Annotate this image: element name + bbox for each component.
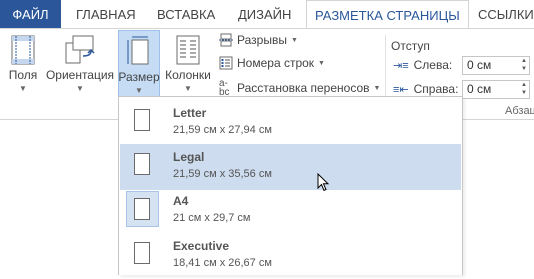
tab-layout[interactable]: РАЗМЕТКА СТРАНИЦЫ	[306, 0, 469, 29]
size-option-legal[interactable]: Legal 21,59 см x 35,56 см	[120, 144, 461, 190]
page-size-dropdown: Letter 21,59 см x 27,94 см Legal 21,59 с…	[118, 96, 463, 275]
breaks-button[interactable]: Разрывы ▼	[219, 33, 298, 47]
indent-right-label: Справа:	[413, 82, 459, 96]
chevron-down-icon: ▼	[19, 84, 27, 93]
spin-up-icon[interactable]: ▲	[521, 58, 527, 65]
size-option-letter[interactable]: Letter 21,59 см x 27,94 см	[120, 100, 461, 146]
group-label-paragraph: Абзац	[505, 105, 534, 117]
columns-button[interactable]: Колонки ▼	[163, 29, 213, 101]
page-icon	[134, 153, 150, 175]
indent-right-row: ≡⇤ Справа:	[393, 82, 458, 96]
size-option-dims: 18,41 см x 26,67 см	[173, 257, 272, 269]
ribbon-tab-bar: ФАЙЛ ГЛАВНАЯ ВСТАВКА ДИЗАЙН РАЗМЕТКА СТР…	[0, 0, 534, 29]
mouse-cursor-icon	[317, 173, 330, 192]
orientation-icon	[63, 29, 97, 65]
chevron-down-icon: ▼	[318, 59, 325, 67]
hyphenation-button[interactable]: a-bc Расстановка переносов ▼	[219, 78, 381, 98]
tab-design[interactable]: ДИЗАЙН	[238, 0, 291, 29]
tab-references[interactable]: ССЫЛКИ	[478, 0, 534, 29]
page-icon	[134, 109, 150, 131]
chevron-down-icon: ▼	[373, 84, 381, 92]
indent-left-value: 0 см	[467, 58, 492, 72]
size-option-name: Letter	[173, 106, 207, 120]
size-option-name: A4	[173, 194, 189, 208]
indent-right-icon: ≡⇤	[393, 83, 409, 96]
page-icon	[134, 198, 150, 220]
breaks-label: Разрывы	[237, 33, 287, 47]
tab-home[interactable]: ГЛАВНАЯ	[76, 0, 136, 29]
size-option-executive[interactable]: Executive 18,41 см x 26,67 см	[120, 233, 461, 279]
selected-page-frame	[126, 191, 159, 227]
size-option-dims: 21,59 см x 35,56 см	[173, 168, 272, 180]
breaks-icon	[219, 33, 233, 47]
orientation-button[interactable]: Ориентация ▼	[46, 29, 114, 101]
chevron-down-icon: ▼	[76, 84, 84, 93]
size-label: Размер	[118, 70, 160, 84]
page-size-icon	[126, 31, 152, 67]
size-option-name: Legal	[173, 150, 205, 164]
page-icon	[134, 242, 150, 264]
columns-label: Колонки	[165, 68, 211, 82]
line-numbers-label: Номера строк	[237, 56, 315, 70]
margins-button[interactable]: Поля ▼	[6, 29, 40, 101]
spin-down-icon[interactable]: ▼	[521, 90, 527, 97]
size-option-dims: 21 см x 29,7 см	[173, 212, 251, 224]
spin-down-icon[interactable]: ▼	[521, 66, 527, 73]
size-option-a4[interactable]: A4 21 см x 29,7 см	[120, 188, 461, 234]
tab-file[interactable]: ФАЙЛ	[0, 0, 61, 29]
chevron-down-icon: ▼	[135, 86, 143, 95]
line-numbers-button[interactable]: Номера строк ▼	[219, 56, 325, 70]
size-button[interactable]: Размер ▼	[118, 30, 160, 98]
columns-icon	[176, 29, 200, 65]
indent-left-row: ⇥≡ Слева:	[393, 58, 452, 72]
size-option-name: Executive	[173, 239, 230, 253]
hyphenation-label: Расстановка переносов	[237, 81, 370, 95]
tab-insert[interactable]: ВСТАВКА	[157, 0, 215, 29]
indent-title: Отступ	[391, 39, 430, 53]
chevron-down-icon: ▼	[184, 84, 192, 93]
margins-label: Поля	[8, 68, 38, 82]
margins-icon	[11, 29, 35, 65]
indent-left-label: Слева:	[413, 58, 453, 72]
line-numbers-icon	[219, 56, 233, 70]
size-option-dims: 21,59 см x 27,94 см	[173, 124, 272, 136]
hyphenation-icon: a-bc	[219, 78, 230, 98]
chevron-down-icon: ▼	[290, 36, 298, 44]
indent-right-value: 0 см	[467, 82, 492, 96]
orientation-label: Ориентация	[45, 68, 115, 82]
spin-up-icon[interactable]: ▲	[521, 82, 527, 89]
indent-left-icon: ⇥≡	[393, 59, 409, 72]
indent-left-field[interactable]: 0 см ▲ ▼	[462, 56, 530, 75]
indent-right-field[interactable]: 0 см ▲ ▼	[462, 80, 530, 99]
